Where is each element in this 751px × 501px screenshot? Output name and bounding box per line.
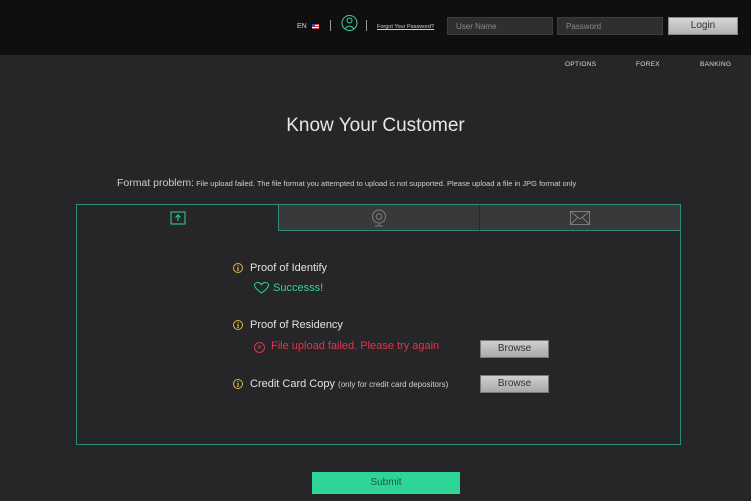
info-icon: i [233, 263, 243, 273]
upload-icon [170, 211, 185, 225]
submit-button[interactable]: Submit [312, 472, 460, 494]
login-button[interactable]: Login [668, 17, 738, 35]
info-icon: i [233, 379, 243, 389]
forgot-password-link[interactable]: Forgot Your Password? [377, 24, 434, 30]
error-text: File upload failed. Please try again [271, 340, 440, 352]
nav-banking[interactable]: BANKING [700, 61, 731, 68]
page-title: Know Your Customer [286, 115, 465, 136]
user-avatar-icon[interactable] [341, 14, 358, 34]
format-detail: File upload failed. The file format you … [194, 179, 577, 188]
username-input[interactable] [447, 17, 553, 35]
nav-forex[interactable]: FOREX [636, 61, 660, 68]
password-input[interactable] [557, 17, 663, 35]
error-circle-icon: × [254, 342, 265, 353]
top-bar: EN Forgot Your Password? Login [0, 0, 751, 55]
tab-mail[interactable] [480, 205, 680, 231]
success-text: Successs! [273, 282, 324, 294]
format-label: Format problem: [117, 177, 195, 189]
tab-bar [77, 205, 680, 231]
proof-of-residency-label: Proof of Residency [250, 319, 343, 331]
mail-icon [570, 210, 590, 225]
proof-of-identity-label: Proof of Identify [250, 262, 328, 274]
webcam-icon [372, 209, 386, 226]
residency-error-message: × File upload failed. Please try again [254, 340, 439, 353]
nav-options[interactable]: OPTIONS [565, 61, 596, 68]
tab-webcam[interactable] [279, 205, 480, 231]
identity-success-message: Successs! [253, 282, 324, 294]
kyc-panel [76, 204, 681, 445]
credit-card-copy-label: Credit Card Copy (only for credit card d… [250, 378, 448, 390]
residency-browse-button[interactable]: Browse [480, 340, 549, 358]
divider [330, 20, 331, 31]
credit-card-label-text: Credit Card Copy [250, 378, 335, 390]
tab-upload[interactable] [77, 205, 279, 231]
credit-card-browse-button[interactable]: Browse [480, 375, 549, 393]
language-selector[interactable]: EN [297, 23, 307, 30]
heart-icon [253, 282, 270, 294]
info-icon: i [233, 320, 243, 330]
format-error-message: Format problem: File upload failed. The … [117, 173, 576, 191]
us-flag-icon[interactable] [312, 24, 319, 29]
divider [366, 20, 367, 31]
credit-card-note: (only for credit card depositors) [338, 380, 449, 389]
